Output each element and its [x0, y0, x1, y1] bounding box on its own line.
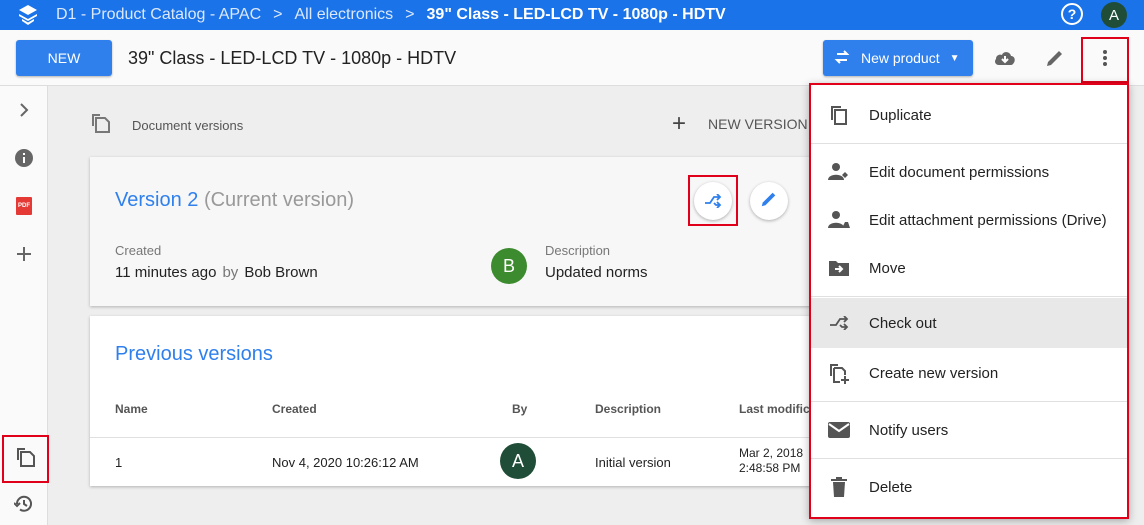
breadcrumb-current: 39" Class - LED-LCD TV - 1080p - HDTV: [426, 6, 726, 23]
new-version-label: NEW VERSION: [708, 116, 808, 132]
menu-item-move[interactable]: Move: [811, 246, 1127, 290]
row-divider: [90, 437, 830, 438]
menu-divider: [811, 401, 1127, 402]
column-header-description[interactable]: Description: [595, 402, 661, 416]
created-label: Created: [115, 243, 162, 258]
previous-versions-title: Previous versions: [115, 343, 273, 365]
menu-divider: [811, 458, 1127, 459]
mail-icon: [827, 418, 851, 442]
new-product-button[interactable]: New product ▼: [823, 40, 973, 76]
menu-item-label: Edit attachment permissions (Drive): [869, 211, 1107, 229]
edit-pencil-icon[interactable]: [1043, 46, 1067, 70]
description-label: Description: [545, 243, 611, 258]
breadcrumb-separator: >: [405, 6, 415, 23]
author-name: Bob Brown: [244, 264, 318, 281]
row-last-modified-date: Mar 2, 2018: [739, 446, 804, 460]
menu-divider: [811, 143, 1127, 144]
versions-header-label: Document versions: [132, 118, 244, 133]
row-name[interactable]: 1: [115, 455, 122, 470]
row-author-avatar: A: [500, 443, 536, 479]
column-header-last-modified[interactable]: Last modifica: [739, 402, 816, 416]
app-logo-icon[interactable]: [0, 0, 56, 30]
row-created: Nov 4, 2020 10:26:12 AM: [272, 455, 419, 470]
history-icon[interactable]: [12, 492, 36, 516]
description-value: Updated norms: [545, 264, 648, 281]
menu-item-label: Edit document permissions: [869, 163, 1050, 181]
versions-header: Document versions: [90, 112, 243, 139]
check-out-icon: [694, 181, 732, 220]
breadcrumb-category[interactable]: All electronics: [294, 6, 393, 24]
column-header-name[interactable]: Name: [115, 402, 148, 416]
menu-item-edit-document-permissions[interactable]: Edit document permissions: [811, 150, 1127, 194]
menu-item-delete[interactable]: Delete: [811, 465, 1127, 509]
menu-item-create-new-version[interactable]: Create new version: [811, 351, 1127, 395]
expand-chevron-icon[interactable]: [12, 98, 36, 122]
menu-item-label: Notify users: [869, 421, 949, 439]
version-status: (Current version): [203, 189, 354, 211]
add-icon[interactable]: [12, 242, 36, 266]
chevron-down-icon: ▼: [949, 52, 960, 64]
person-drive-icon: [827, 208, 851, 232]
new-version-icon: [827, 361, 851, 385]
column-header-created[interactable]: Created: [272, 402, 317, 416]
cloud-download-icon[interactable]: [993, 46, 1017, 70]
created-value: 11 minutes ago by Bob Brown: [115, 264, 318, 281]
current-version-card: Version 2 (Current version) Created 11 m…: [90, 157, 830, 306]
current-version-title[interactable]: Version 2 (Current version): [115, 189, 354, 212]
pdf-icon[interactable]: PDF: [12, 194, 36, 218]
versions-icon: [90, 112, 112, 139]
document-title: 39" Class - LED-LCD TV - 1080p - HDTV: [128, 48, 457, 68]
menu-item-label: Check out: [869, 314, 937, 332]
help-icon[interactable]: ?: [1061, 3, 1083, 25]
breadcrumb-catalog[interactable]: D1 - Product Catalog - APAC: [56, 6, 261, 24]
row-last-modified-time: 2:48:58 PM: [739, 461, 801, 475]
trash-icon: [827, 475, 851, 499]
person-permissions-icon: [827, 160, 851, 184]
add-icon: +: [672, 110, 687, 137]
new-product-label: New product: [861, 50, 940, 66]
row-description: Initial version: [595, 455, 671, 470]
versions-icon: [15, 446, 37, 473]
by-label: by: [222, 264, 239, 281]
menu-item-duplicate[interactable]: Duplicate: [811, 93, 1127, 137]
move-folder-icon: [827, 256, 851, 280]
menu-item-check-out[interactable]: Check out: [811, 298, 1127, 348]
new-version-button[interactable]: + NEW VERSION: [672, 110, 808, 137]
pdf-label: PDF: [16, 197, 32, 215]
column-header-by[interactable]: By: [512, 402, 527, 416]
new-button[interactable]: NEW: [16, 40, 112, 76]
breadcrumb-separator: >: [273, 6, 283, 23]
menu-item-edit-attachment-permissions[interactable]: Edit attachment permissions (Drive): [811, 198, 1127, 242]
edit-version-button[interactable]: [750, 182, 788, 220]
duplicate-icon: [827, 103, 851, 127]
edit-pencil-icon: [760, 190, 778, 213]
menu-item-label: Create new version: [869, 364, 999, 382]
menu-item-label: Delete: [869, 478, 913, 496]
top-bar: D1 - Product Catalog - APAC > All electr…: [0, 0, 1144, 30]
more-vert-icon: [1102, 49, 1108, 72]
more-options-menu: Duplicate Edit document permissions Edit…: [809, 83, 1129, 519]
versions-rail-button[interactable]: [2, 435, 49, 483]
more-options-button[interactable]: [1081, 37, 1129, 83]
author-avatar: B: [491, 248, 527, 284]
document-toolbar: NEW 39" Class - LED-LCD TV - 1080p - HDT…: [0, 30, 1144, 86]
info-icon[interactable]: [12, 146, 36, 170]
menu-item-label: Move: [869, 259, 906, 277]
check-out-icon: [827, 311, 851, 335]
menu-item-notify-users[interactable]: Notify users: [811, 408, 1127, 452]
previous-versions-card: Previous versions Name Created By Descri…: [90, 316, 830, 486]
created-time: 11 minutes ago: [115, 264, 217, 281]
menu-item-label: Duplicate: [869, 106, 932, 124]
check-out-button[interactable]: [688, 175, 738, 226]
version-name: Version 2: [115, 189, 199, 211]
menu-divider: [811, 296, 1127, 297]
sync-icon: [833, 48, 851, 69]
user-avatar[interactable]: A: [1101, 2, 1127, 28]
